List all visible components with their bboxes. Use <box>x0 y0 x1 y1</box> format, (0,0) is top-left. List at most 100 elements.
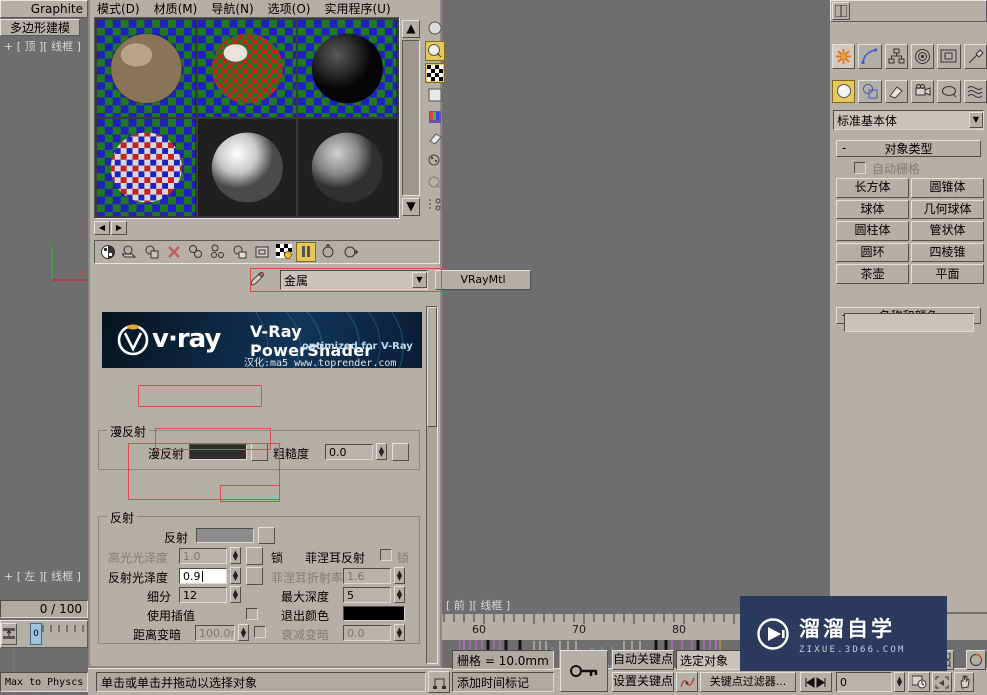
sample-type-sphere-icon[interactable] <box>425 19 445 39</box>
tab-display[interactable] <box>937 44 961 69</box>
roughness-field[interactable]: 0.0 <box>325 444 373 460</box>
fresnel-ior-spinner[interactable]: ▲ ▼ <box>394 567 405 584</box>
material-editor-window[interactable]: 模式(D) 材质(M) 导航(N) 选项(O) 实用程序(U) ▲ ▼ ◀ ▶ … <box>88 0 531 668</box>
diffuse-color-swatch[interactable] <box>189 444 247 460</box>
eyedropper-icon[interactable] <box>246 270 266 293</box>
make-unique-icon[interactable] <box>208 242 228 262</box>
reflection-subdivs-field[interactable]: 12 <box>179 587 227 603</box>
sample-slot-grid[interactable] <box>94 17 400 219</box>
menu-options[interactable]: 选项(O) <box>261 0 318 18</box>
hilight-glossiness-spinner[interactable]: ▲ ▼ <box>230 547 241 564</box>
key-curve-icon-button[interactable] <box>676 672 698 692</box>
material-type-button[interactable]: VRayMtl <box>435 270 531 290</box>
put-to-library-icon[interactable] <box>230 242 250 262</box>
goto-start-end-button[interactable] <box>800 672 832 692</box>
maxscript-listener-field[interactable]: Max to Physcs ( <box>0 672 88 692</box>
category-dropdown-arrow[interactable]: ▼ <box>969 112 983 128</box>
select-by-material-icon[interactable] <box>425 173 445 193</box>
object-button-pyramid[interactable]: 四棱锥 <box>911 242 984 263</box>
current-frame-field[interactable]: 0 <box>836 672 892 692</box>
command-panel-topbar[interactable] <box>830 0 987 22</box>
roughness-map-button[interactable] <box>392 443 409 461</box>
object-button-cone[interactable]: 圆锥体 <box>911 178 984 198</box>
material-id-icon[interactable] <box>252 242 272 262</box>
dim-falloff-field[interactable]: 0.0 <box>343 625 391 641</box>
auto-key-button[interactable]: 自动关键点 <box>612 650 674 670</box>
backlight-icon[interactable] <box>425 41 445 61</box>
command-panel-tabs[interactable] <box>832 44 987 72</box>
material-name-dropdown-button[interactable]: ▼ <box>412 272 427 288</box>
sample-slot-4[interactable] <box>97 119 196 216</box>
reflect-glossiness-spinner[interactable]: ▲ ▼ <box>230 567 241 584</box>
command-panel[interactable]: 标准基本体 ▼ - 对象类型 自动栅格 长方体 圆锥体 球体 几何球体 圆柱体 … <box>830 0 987 612</box>
helpers-category-icon[interactable] <box>937 79 961 103</box>
reflection-exit-color-swatch[interactable] <box>343 606 405 621</box>
make-preview-icon[interactable] <box>425 129 445 149</box>
go-to-parent-icon[interactable] <box>318 242 338 262</box>
create-category-icons[interactable] <box>832 78 987 104</box>
reflection-interpolation-checkbox[interactable] <box>246 608 258 620</box>
object-button-torus[interactable]: 圆环 <box>836 242 909 263</box>
current-frame-spinner[interactable]: ▲ ▼ <box>894 672 905 692</box>
params-scrollbar-thumb[interactable] <box>427 307 437 427</box>
menu-material[interactable]: 材质(M) <box>147 0 205 18</box>
set-key-button[interactable]: 设置关键点 <box>612 672 674 692</box>
slot-scroll-right-button[interactable]: ▶ <box>111 221 127 235</box>
dim-distance-field[interactable]: 100.0m <box>195 625 235 641</box>
track-view-icon[interactable] <box>1 623 17 645</box>
timeline-track-left[interactable]: 0 <box>0 620 88 648</box>
reflect-glossiness-map-button[interactable] <box>246 567 263 585</box>
zoom-extents-all-button[interactable] <box>932 672 952 692</box>
params-scrollbar[interactable] <box>426 306 438 664</box>
auto-grid-checkbox[interactable] <box>854 162 866 174</box>
space-warps-category-icon[interactable] <box>963 79 987 103</box>
geometry-category-icon[interactable] <box>832 79 856 103</box>
fresnel-ior-field[interactable]: 1.6 <box>343 568 391 584</box>
lights-category-icon[interactable] <box>884 79 908 103</box>
snaps-toggle-button[interactable] <box>428 671 450 693</box>
key-mode-toggle-button[interactable] <box>560 650 608 692</box>
object-name-field[interactable] <box>844 313 974 332</box>
add-time-tag-field[interactable]: 添加时间标记 <box>452 672 554 692</box>
object-button-cylinder[interactable]: 圆柱体 <box>836 221 909 241</box>
object-type-buttons[interactable]: 长方体 圆锥体 球体 几何球体 圆柱体 管状体 圆环 四棱锥 茶壶 平面 <box>836 178 984 284</box>
slot-scroll-down-button[interactable]: ▼ <box>402 198 420 216</box>
diffuse-map-button[interactable] <box>251 443 268 461</box>
sample-slot-6[interactable] <box>298 119 397 216</box>
sample-slot-2[interactable] <box>197 20 297 117</box>
polygon-modeling-tab[interactable]: 多边形建模 <box>0 19 80 36</box>
dim-distance-spinner[interactable]: ▲ ▼ <box>238 624 249 641</box>
category-dropdown[interactable]: 标准基本体 <box>833 110 984 130</box>
object-type-rollout-toggle[interactable]: - <box>842 141 846 155</box>
material-id-channel-icon[interactable] <box>425 195 445 215</box>
fresnel-reflection-checkbox[interactable] <box>380 549 392 561</box>
object-button-plane[interactable]: 平面 <box>911 264 984 284</box>
shapes-category-icon[interactable] <box>858 79 882 103</box>
time-slider-handle[interactable]: 0 <box>30 623 42 645</box>
material-name-row[interactable]: 金属 ▼ VRayMtl <box>94 268 531 293</box>
auto-grid-row[interactable]: 自动栅格 <box>836 160 981 176</box>
reflect-map-button[interactable] <box>258 527 275 544</box>
hilight-glossiness-field[interactable]: 1.0 <box>179 548 227 564</box>
tab-create[interactable] <box>832 44 856 69</box>
viewport-top[interactable]: + [ 顶 ][ 线框 ] Y Z X <box>0 36 88 300</box>
slot-scroll-up-button[interactable]: ▲ <box>402 20 420 38</box>
hilight-glossiness-map-button[interactable] <box>246 547 263 565</box>
reset-map-icon[interactable] <box>164 242 184 262</box>
pan-view-button[interactable] <box>954 672 974 692</box>
sample-slot-5[interactable] <box>197 119 297 216</box>
sample-slot-1[interactable] <box>97 20 196 117</box>
background-checker-icon[interactable] <box>425 63 445 83</box>
object-button-box[interactable]: 长方体 <box>836 178 909 198</box>
dim-distance-checkbox[interactable] <box>254 626 266 638</box>
put-material-to-scene-icon[interactable] <box>120 242 140 262</box>
reflection-subdivs-spinner[interactable]: ▲ ▼ <box>230 586 241 603</box>
get-material-icon[interactable] <box>98 242 118 262</box>
arc-rotate-button[interactable] <box>966 650 986 670</box>
sample-slot-3[interactable] <box>298 20 397 117</box>
object-button-teapot[interactable]: 茶壶 <box>836 264 909 284</box>
dim-falloff-spinner[interactable]: ▲ ▼ <box>394 624 405 641</box>
object-button-geosphere[interactable]: 几何球体 <box>911 199 984 220</box>
sample-uv-tiling-icon[interactable] <box>425 85 445 105</box>
reflect-glossiness-field[interactable]: 0.9 <box>179 568 227 584</box>
